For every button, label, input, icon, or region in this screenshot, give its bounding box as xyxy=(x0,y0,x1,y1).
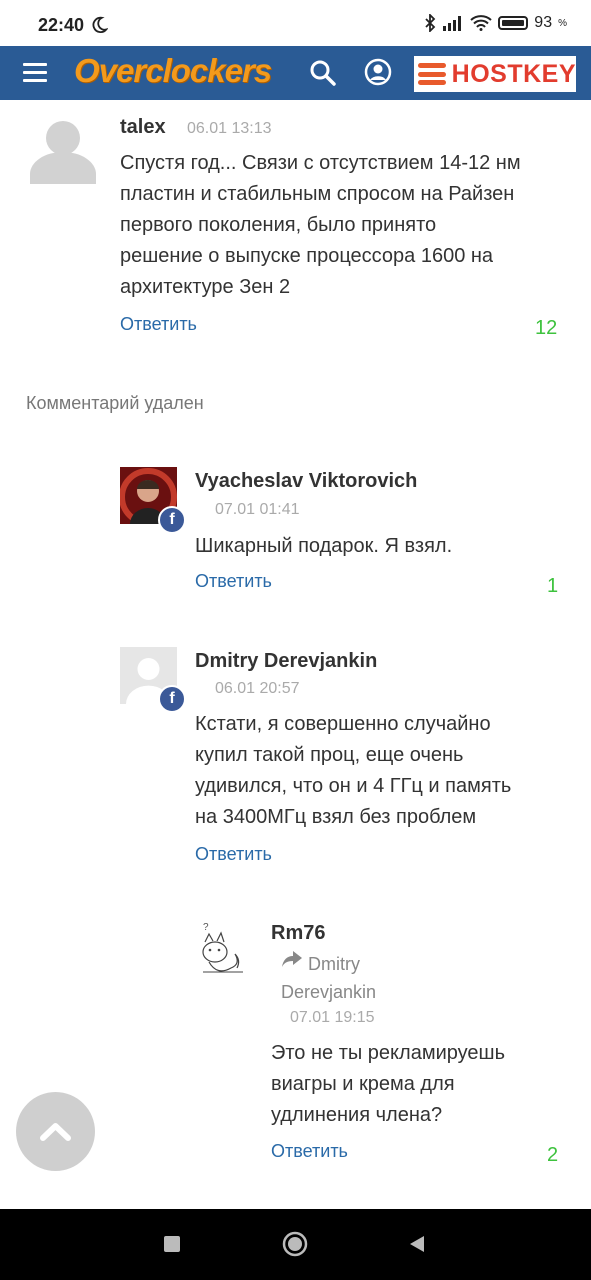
comment-author[interactable]: Rm76 xyxy=(271,922,325,945)
user-icon[interactable] xyxy=(364,58,392,86)
moon-icon xyxy=(92,16,108,34)
comment-author[interactable]: Vyacheslav Viktorovich xyxy=(195,470,417,493)
hostkey-ad-banner[interactable]: HOSTKEY xyxy=(414,56,576,92)
comment-date: 06.01 13:13 xyxy=(187,120,272,137)
bluetooth-icon xyxy=(425,14,436,32)
system-nav-bar xyxy=(0,1209,591,1280)
chevron-up-icon xyxy=(40,1123,71,1141)
site-logo[interactable]: Overclockers xyxy=(74,52,272,90)
comment-rating: 1 xyxy=(547,575,559,597)
comment-text: Шикарный подарок. Я взял. xyxy=(195,535,453,557)
status-icons: 93% xyxy=(424,14,567,32)
wifi-icon xyxy=(470,15,492,31)
cat-avatar-icon: ? xyxy=(202,922,243,973)
back-icon[interactable] xyxy=(407,1234,427,1254)
reply-link[interactable]: Ответить xyxy=(195,844,272,865)
battery-level: 93 xyxy=(534,14,553,31)
deleted-comment-notice: Комментарий удален xyxy=(26,393,204,413)
facebook-icon: f xyxy=(158,685,186,713)
comment-date: 06.01 20:57 xyxy=(215,680,300,697)
facebook-icon: f xyxy=(158,506,186,534)
comment-text: Это не ты рекламируешь виагры и крема для… xyxy=(271,1042,506,1126)
status-bar: 22:40 93% xyxy=(0,0,591,46)
hostkey-brand: HOSTKEY xyxy=(451,59,576,88)
comment-author[interactable]: Dmitry Derevjankin xyxy=(195,650,377,673)
comment-text: Кстати, я совершенно случайно купил такой… xyxy=(195,713,512,828)
hostkey-logo-icon xyxy=(418,63,446,85)
site-header: Overclockers HOSTKEY xyxy=(0,46,591,100)
avatar-rm76: ? xyxy=(195,920,252,977)
status-time: 22:40 xyxy=(38,15,85,35)
svg-text:?: ? xyxy=(203,922,209,933)
reply-link[interactable]: Ответить xyxy=(271,1141,348,1162)
comment-rating: 2 xyxy=(547,1144,559,1166)
home-icon[interactable] xyxy=(282,1231,308,1257)
reply-to-name[interactable]: Dmitry Derevjankin xyxy=(281,950,376,1006)
comment-author[interactable]: talex xyxy=(120,116,166,139)
comment-text: Спустя год... Связи с отсутствием 14-12 … xyxy=(120,152,521,298)
reply-link[interactable]: Ответить xyxy=(195,571,272,592)
battery-percent-sign: % xyxy=(558,17,567,29)
reply-link[interactable]: Ответить xyxy=(120,314,197,335)
signal-icon xyxy=(443,16,462,31)
recents-icon[interactable] xyxy=(163,1235,181,1253)
menu-icon[interactable] xyxy=(23,63,47,83)
avatar-talex xyxy=(30,118,96,184)
comment-date: 07.01 01:41 xyxy=(215,501,300,518)
battery-icon xyxy=(498,16,529,30)
comment-date: 07.01 19:15 xyxy=(290,1009,375,1026)
search-icon[interactable] xyxy=(309,59,337,87)
scroll-top-button[interactable] xyxy=(16,1092,95,1171)
default-avatar-icon xyxy=(30,121,96,184)
comment-rating: 12 xyxy=(535,317,558,339)
